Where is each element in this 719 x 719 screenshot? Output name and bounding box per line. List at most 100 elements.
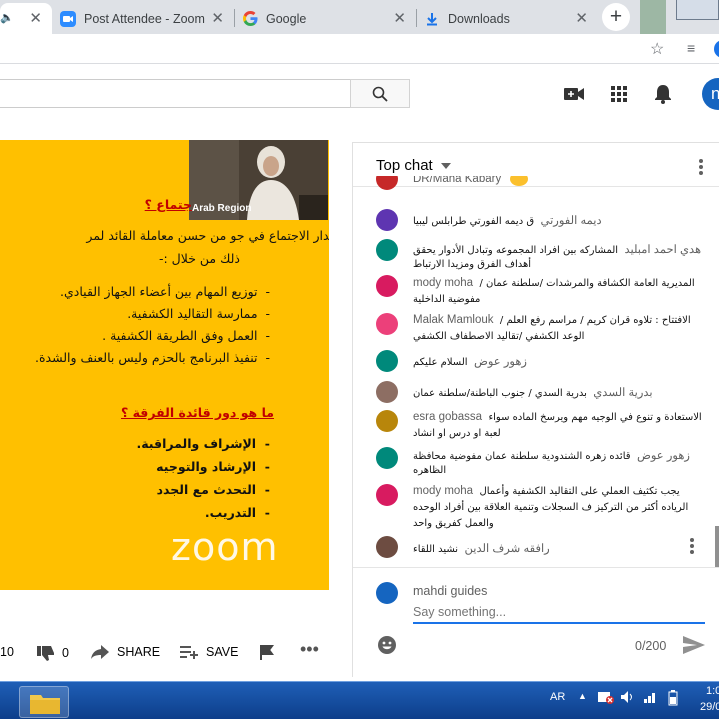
- signal-icon[interactable]: [644, 691, 658, 706]
- slide-bullet: - ممارسة التقاليد الكشفية.: [127, 306, 270, 321]
- chat-author: زهور عوض: [473, 356, 527, 368]
- slide-heading: جتماع ؟: [144, 197, 192, 212]
- close-tab-icon[interactable]: ✕: [29, 9, 42, 27]
- create-video-icon[interactable]: [563, 83, 585, 105]
- search-button[interactable]: [350, 79, 410, 108]
- chat-avatar: [376, 176, 398, 190]
- slide-bullet: - الإرشاد والتوجيه: [156, 459, 270, 474]
- save-button[interactable]: SAVE: [180, 645, 238, 659]
- chat-text: نشيد اللقاء: [413, 544, 459, 555]
- chat-avatar: [376, 536, 398, 558]
- chat-avatar: [376, 275, 398, 297]
- account-avatar[interactable]: n: [702, 78, 719, 110]
- tab-title: Google: [266, 11, 307, 26]
- slide-bullet: - توزيع المهام بين أعضاء الجهاز القيادي.: [60, 284, 270, 299]
- chat-avatar: [376, 350, 398, 372]
- chat-author: بدرية السدي: [593, 387, 653, 399]
- chat-avatar: [376, 447, 398, 469]
- video-player[interactable]: Arab Region جتماع ؟ يدار الاجتماع في جو …: [0, 140, 329, 590]
- chat-composer: mahdi guides 0/200: [353, 567, 719, 678]
- live-chat-panel: Top chat DR/Maha Kabary ديمه الفورتي ق د…: [352, 142, 719, 677]
- slide-text: يدار الاجتماع في جو من حسن معاملة القائد…: [86, 228, 329, 243]
- chat-text: بدرية السدي / جنوب الباطنة/سلطنة عمان: [413, 388, 587, 399]
- close-tab-icon[interactable]: ✕: [575, 9, 588, 27]
- chat-menu-icon[interactable]: [699, 159, 703, 177]
- message-menu-icon[interactable]: [690, 538, 694, 556]
- share-label: SHARE: [117, 645, 161, 659]
- clock-time[interactable]: 1:0: [706, 685, 719, 697]
- chat-text: أهداف الفرق ومزيدا الارتباط: [413, 259, 532, 270]
- tab-title: Post Attendee - Zoom: [84, 11, 205, 26]
- chat-message: DR/Maha Kabary: [376, 176, 711, 194]
- send-icon[interactable]: [683, 636, 705, 657]
- chat-author: هدي احمد امبليد: [624, 244, 702, 256]
- character-counter: 0/200: [635, 639, 667, 653]
- slide-bullet: - التدريب.: [204, 505, 270, 520]
- search-icon: [372, 86, 388, 102]
- youtube-header: n: [0, 64, 719, 122]
- slide-bullet: - العمل وفق الطريقة الكشفية .: [102, 328, 270, 343]
- more-actions-icon[interactable]: •••: [300, 639, 319, 660]
- zoom-watermark: zoom: [171, 525, 279, 569]
- notifications-bell-icon[interactable]: [652, 83, 674, 105]
- dislike-button[interactable]: 0: [37, 645, 69, 661]
- chat-avatar: [376, 484, 398, 506]
- tab-google[interactable]: Google ✕: [242, 3, 414, 34]
- bookmark-star-icon[interactable]: ☆: [650, 39, 664, 59]
- tab-downloads[interactable]: Downloads ✕: [424, 3, 596, 34]
- thumbs-down-icon: [37, 646, 54, 661]
- chat-message-input[interactable]: [413, 602, 705, 624]
- minimize-window-button[interactable]: [676, 0, 719, 20]
- search-input[interactable]: [0, 79, 351, 108]
- reading-list-icon[interactable]: ≡: [687, 40, 695, 56]
- chat-author: ديمه الفورتي: [540, 215, 602, 227]
- dislike-count: 0: [62, 646, 69, 660]
- close-tab-icon[interactable]: ✕: [393, 9, 406, 27]
- tab-active[interactable]: 🔈 ✕: [0, 3, 52, 34]
- chat-author: رافقه شرف الدين: [464, 543, 550, 555]
- save-label: SAVE: [206, 645, 239, 659]
- chat-author: زهور عوض: [636, 450, 690, 462]
- chat-text: ق ديمه الفورتي طرابلس ليبيا: [413, 216, 535, 227]
- slide-text: ذلك من خلال :-: [158, 251, 240, 266]
- profile-avatar[interactable]: [714, 40, 719, 58]
- windows-taskbar: AR ▲ 1:0 29/0: [0, 681, 719, 719]
- chat-avatar: [376, 381, 398, 403]
- slide-heading: ما هو دور قائدة الفرقة ؟: [120, 405, 274, 420]
- like-button[interactable]: 10: [0, 645, 14, 659]
- chat-author: mody moha: [413, 277, 474, 289]
- chat-scrollbar[interactable]: [715, 526, 719, 567]
- audio-icon: 🔈: [0, 12, 14, 24]
- share-button[interactable]: SHARE: [91, 645, 160, 659]
- speaker-label: Arab Region: [192, 203, 252, 214]
- browser-tab-strip: 🔈 ✕ Post Attendee - Zoom ✕ Google ✕ Down…: [0, 0, 719, 34]
- chat-text: الرياده أكثر من التركيز ف السجلات وتنمية…: [413, 502, 689, 513]
- composer-username: mahdi guides: [413, 584, 488, 598]
- new-tab-button[interactable]: +: [602, 3, 630, 31]
- browser-toolbar: ☆ ≡: [0, 34, 719, 64]
- chat-author: esra gobassa: [413, 411, 483, 423]
- speaker-thumbnail: Arab Region: [189, 140, 328, 220]
- volume-icon[interactable]: [621, 691, 635, 706]
- slide-bullet: - الإشراف والمراقبة.: [136, 436, 270, 451]
- chat-text: السلام عليكم: [413, 357, 468, 368]
- network-warning-icon[interactable]: [598, 690, 614, 707]
- download-icon: [424, 11, 440, 27]
- close-tab-icon[interactable]: ✕: [211, 9, 224, 27]
- chat-text: الظاهره: [413, 465, 447, 476]
- emoji-icon: [510, 176, 529, 186]
- tab-post-attendee-zoom[interactable]: Post Attendee - Zoom ✕: [60, 3, 232, 34]
- window-thumbnail: [640, 0, 666, 34]
- chat-text: الافتتاح : تلاوه قران كريم / مراسم رفع ا…: [499, 315, 691, 326]
- apps-grid-icon[interactable]: [608, 83, 630, 105]
- show-hidden-icons-icon[interactable]: ▲: [578, 691, 587, 701]
- emoji-picker-icon[interactable]: [377, 635, 397, 658]
- clock-date[interactable]: 29/0: [700, 701, 719, 713]
- top-chat-dropdown[interactable]: Top chat: [376, 157, 451, 174]
- input-language[interactable]: AR: [550, 691, 565, 703]
- report-button[interactable]: [260, 645, 274, 660]
- battery-icon[interactable]: [668, 690, 678, 709]
- chat-text: المديرية العامة الكشافة والمرشدات /سلطنة…: [479, 278, 695, 289]
- zoom-favicon-icon: [60, 10, 76, 27]
- taskbar-file-explorer[interactable]: [19, 686, 69, 718]
